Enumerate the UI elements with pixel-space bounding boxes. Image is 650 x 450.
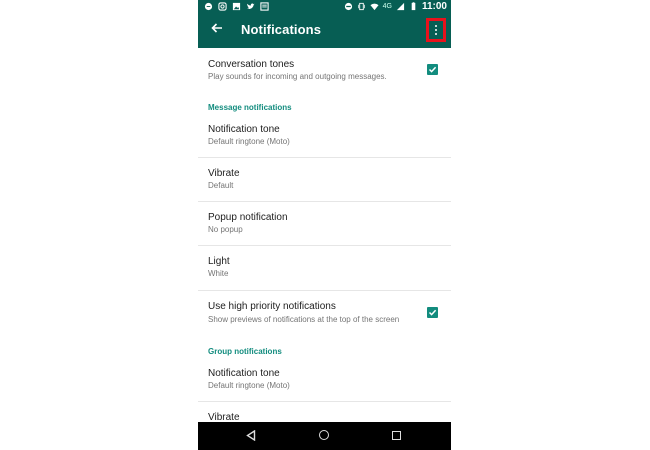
- back-arrow-icon[interactable]: [208, 21, 226, 39]
- wifi-icon: [370, 3, 379, 11]
- vibrate-icon: [357, 2, 365, 11]
- battery-icon: [411, 2, 416, 11]
- conversation-tones-row[interactable]: Conversation tones Play sounds for incom…: [198, 48, 451, 90]
- app-bar: Notifications: [198, 14, 451, 48]
- setting-summary: Default ringtone (Moto): [208, 137, 290, 146]
- setting-title: Light: [208, 256, 230, 267]
- notification-icons: [204, 2, 269, 11]
- section-header-message-notifications: Message notifications: [208, 103, 292, 112]
- setting-title: Use high priority notifications: [208, 301, 336, 312]
- system-icons: 4G 11:00: [344, 1, 447, 12]
- overflow-menu-button[interactable]: [426, 18, 446, 42]
- group-notification-tone-row[interactable]: Notification tone Default ringtone (Moto…: [198, 361, 451, 401]
- status-bar: 4G 11:00: [198, 0, 451, 14]
- setting-title: Vibrate: [208, 412, 240, 422]
- group-vibrate-row[interactable]: Vibrate: [198, 402, 451, 422]
- gallery-icon: [232, 2, 241, 11]
- high-priority-checkbox[interactable]: [427, 307, 438, 318]
- section-header-group-notifications: Group notifications: [208, 347, 282, 356]
- setting-title: Conversation tones: [208, 59, 295, 70]
- more-vert-dot: [435, 33, 437, 35]
- setting-title: Notification tone: [208, 124, 280, 135]
- popup-notification-row[interactable]: Popup notification No popup: [198, 202, 451, 245]
- checkmark-icon: [428, 66, 437, 73]
- settings-list[interactable]: Conversation tones Play sounds for incom…: [198, 48, 451, 422]
- setting-summary: No popup: [208, 225, 243, 234]
- setting-title: Vibrate: [208, 168, 240, 179]
- light-row[interactable]: Light White: [198, 246, 451, 290]
- message-vibrate-row[interactable]: Vibrate Default: [198, 158, 451, 201]
- instagram-icon: [218, 2, 227, 11]
- do-not-disturb-icon: [344, 2, 352, 11]
- setting-title: Popup notification: [208, 212, 288, 223]
- network-type: 4G: [382, 3, 392, 10]
- nav-recents-icon[interactable]: [392, 431, 401, 440]
- message-notification-tone-row[interactable]: Notification tone Default ringtone (Moto…: [198, 117, 451, 157]
- back-arrow-glyph: [211, 23, 222, 33]
- nav-back-icon[interactable]: [246, 430, 256, 441]
- navigation-bar: [198, 422, 451, 450]
- more-vert-dot: [435, 25, 437, 27]
- high-priority-notifications-row[interactable]: Use high priority notifications Show pre…: [198, 291, 451, 335]
- setting-summary: Play sounds for incoming and outgoing me…: [208, 72, 387, 81]
- news-icon: [260, 2, 269, 11]
- signal-icon: [396, 2, 405, 11]
- checkmark-icon: [428, 309, 437, 316]
- setting-summary: Show previews of notifications at the to…: [208, 315, 400, 324]
- twitter-icon: [246, 3, 255, 10]
- phone-screen: 4G 11:00 Notifications Conversation tone…: [198, 0, 451, 450]
- setting-summary: White: [208, 269, 229, 278]
- setting-summary: Default ringtone (Moto): [208, 381, 290, 390]
- clock: 11:00: [421, 1, 447, 12]
- setting-summary: Default: [208, 181, 234, 190]
- page-title: Notifications: [241, 22, 322, 37]
- nav-home-icon[interactable]: [319, 430, 329, 440]
- more-vert-dot: [435, 29, 437, 31]
- conversation-tones-checkbox[interactable]: [427, 64, 438, 75]
- chat-icon: [204, 2, 213, 11]
- setting-title: Notification tone: [208, 368, 280, 379]
